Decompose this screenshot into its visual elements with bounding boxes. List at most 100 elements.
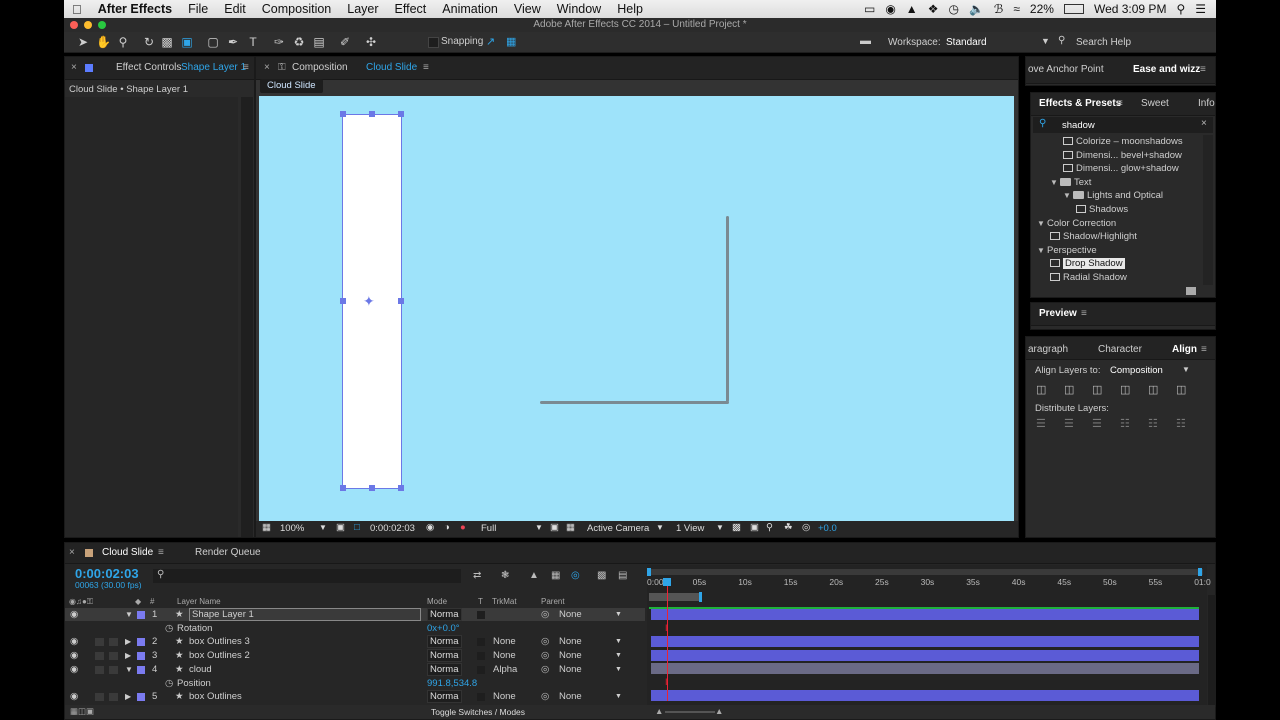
menu-edit[interactable]: Edit [216,2,254,16]
timeline-current-time[interactable]: 0:00:02:03 [75,566,139,581]
label-color-swatch[interactable] [137,638,145,647]
layer-row[interactable]: ◉ ▼ 1 ★ Shape Layer 1 Norma ◎ None ▼ [65,608,645,621]
layer-row[interactable]: ◉ ▼ 4 ★ cloud Norma Alpha ◎ None ▼ [65,662,645,676]
current-time-indicator[interactable] [667,579,668,701]
clone-stamp-tool-icon[interactable]: ♻ [292,35,306,49]
time-navigator-end[interactable] [1198,568,1202,576]
transform-handle[interactable] [398,485,404,491]
work-area-bar[interactable] [649,593,699,601]
align-center-horizontal-icon[interactable]: ◫ [1064,383,1074,396]
label-color-swatch[interactable] [137,693,145,702]
panel-menu-icon[interactable]: ≡ [1081,308,1087,319]
layer-1-bar[interactable] [651,609,1199,620]
expand-triangle-icon[interactable]: ▶ [125,635,131,648]
minimize-window-button[interactable] [84,21,92,29]
label-color-swatch[interactable] [137,611,145,619]
close-window-button[interactable] [70,21,78,29]
search-help-field[interactable]: Search Help [1076,37,1131,48]
exposure-value[interactable]: +0.0 [818,523,837,534]
menu-window[interactable]: Window [549,2,609,16]
disclosure-triangle-icon[interactable]: ▼ [1063,189,1073,202]
transform-handle[interactable] [369,485,375,491]
tab-move-anchor-point[interactable]: ove Anchor Point [1028,64,1104,75]
mode-select[interactable]: Norma [427,690,462,704]
pan-behind-tool-icon[interactable]: ▣ [180,35,194,49]
current-time-indicator-head[interactable] [663,578,671,586]
menu-file[interactable]: File [180,2,216,16]
always-preview-icon[interactable]: ▦ [262,522,271,533]
tab-align[interactable]: Align [1172,344,1197,355]
zoom-select[interactable]: 100% [280,523,304,534]
transform-handle[interactable] [369,111,375,117]
tab-info[interactable]: Info [1198,98,1215,109]
parent-select[interactable]: None [559,649,582,662]
notification-icon[interactable]: ▲ [906,2,918,16]
eye-icon[interactable]: ◉ [70,663,78,676]
chevron-down-icon[interactable]: ▼ [656,523,664,532]
comp-mini-flowchart-icon[interactable]: ⇄ [473,570,481,581]
panel-menu-icon[interactable]: ≡ [1117,98,1123,109]
parent-select[interactable]: None [559,635,582,648]
box-outline-horizontal[interactable] [540,401,729,404]
distribute-right-icon[interactable]: ☷ [1176,417,1186,430]
fast-previews-icon[interactable]: ▣ [750,522,759,533]
solo-switch[interactable] [95,652,104,661]
workspace-select[interactable]: Standard [946,37,1050,48]
eraser-tool-icon[interactable]: ▤ [312,35,326,49]
transparency-grid-icon[interactable]: ▦ [566,522,575,533]
zoom-in-icon[interactable]: ▲ [715,706,723,716]
puppet-pin-tool-icon[interactable]: ✣ [364,35,378,49]
notification-center-icon[interactable]: ☰ [1195,2,1206,16]
zoom-window-button[interactable] [98,21,106,29]
distribute-vcenter-icon[interactable]: ☰ [1064,417,1074,430]
layer-2-bar[interactable] [651,636,1199,647]
label-color-swatch[interactable] [137,665,145,674]
time-navigator-start[interactable] [647,568,651,576]
show-snapshot-icon[interactable]: ◑ [444,522,450,533]
effect-tree-item[interactable]: Dimensi... bevel+shadow [1031,149,1203,162]
channel-icon[interactable]: ● [460,522,466,533]
menubar-clock[interactable]: Wed 3:09 PM [1094,2,1166,16]
anchor-point-icon[interactable]: ✦ [363,293,375,310]
effect-controls-scrollbar[interactable] [241,97,253,537]
layer-property-row[interactable]: ◷ Position 991.8,534.8 [65,677,645,690]
lock-icon[interactable]: ⚿ [278,62,286,73]
layer-name[interactable]: box Outlines 2 [189,649,250,662]
chevron-down-icon[interactable]: ▼ [319,523,327,532]
effects-search-field[interactable]: ⚲ shadow × [1033,117,1213,133]
effect-tree-item[interactable]: Radial Shadow [1031,271,1203,284]
lock-switch[interactable] [109,693,118,702]
mode-select[interactable]: Norma [427,635,462,649]
pickwhip-icon[interactable]: ◎ [541,635,549,648]
composition-canvas[interactable]: ✦ [259,96,1014,521]
layer-4-bar[interactable] [651,663,1199,674]
composition-tab-name[interactable]: Cloud Slide [366,62,417,73]
distribute-bottom-icon[interactable]: ☰ [1092,417,1102,430]
app-menu[interactable]: After Effects [90,2,180,16]
menu-layer[interactable]: Layer [339,2,386,16]
stopwatch-icon[interactable]: ◷ [165,677,173,690]
view-layout-select[interactable]: 1 View [676,523,704,534]
effect-tree-item[interactable]: ▼ Text [1031,176,1203,189]
toggle-switches-modes-button[interactable]: Toggle Switches / Modes [431,707,525,717]
property-value[interactable]: 991.8,534.8 [427,677,477,690]
apple-icon[interactable]:  [64,2,90,17]
expand-triangle-icon[interactable]: ▼ [125,608,133,621]
live-update-icon[interactable]: ▤ [618,570,627,581]
zoom-tool-icon[interactable]: ⚲ [116,35,130,49]
transform-handle[interactable] [340,111,346,117]
trkmat-select[interactable]: None [493,635,516,648]
menu-view[interactable]: View [506,2,549,16]
panel-menu-icon[interactable]: ≡ [1200,64,1206,75]
tab-sweet[interactable]: Sweet [1141,98,1169,109]
screen-icon[interactable]: ▭ [864,2,875,16]
clear-search-icon[interactable]: × [1201,118,1207,129]
close-tab-icon[interactable]: × [69,547,75,558]
tab-preview[interactable]: Preview [1039,308,1077,319]
layer-row[interactable]: ◉ ▶ 5 ★ box Outlines Norma None ◎ None ▼ [65,690,645,704]
panel-menu-icon[interactable]: ≡ [158,547,164,558]
tab-effects-presets[interactable]: Effects & Presets [1039,98,1121,109]
type-tool-icon[interactable]: T [246,35,260,49]
preserve-transparency-checkbox[interactable] [477,611,485,619]
spotlight-icon[interactable]: ⚲ [1176,2,1185,16]
